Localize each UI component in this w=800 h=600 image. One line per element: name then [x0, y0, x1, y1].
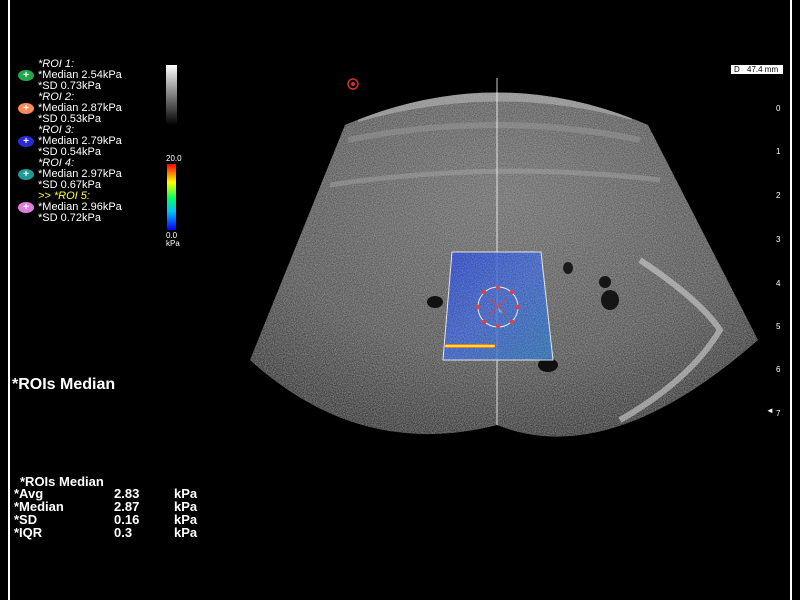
elastography-box — [442, 251, 554, 361]
triangle-left-icon[interactable]: ◄ — [766, 406, 774, 415]
summary-unit: kPa — [174, 525, 198, 540]
roi-list: + *ROI 1: *Median 2.54kPa *SD 0.73kPa + … — [18, 58, 178, 224]
depth-tick: 2 — [776, 191, 781, 200]
roi-entry-3[interactable]: + *ROI 3: *Median 2.79kPa *SD 0.54kPa — [18, 124, 178, 158]
color-scale-unit: kPa — [166, 239, 180, 248]
roi-3-plus-icon[interactable]: + — [18, 136, 34, 147]
summary-row-avg: *Avg 2.83 kPa — [14, 486, 214, 501]
depth-tick: 7 — [776, 409, 781, 418]
summary-value: 0.3 — [114, 525, 133, 540]
summary-row-iqr: *IQR 0.3 kPa — [14, 525, 214, 540]
color-scale-max: 20.0 — [166, 154, 182, 163]
summary-table: *Avg 2.83 kPa *Median 2.87 kPa *SD 0.16 … — [14, 486, 214, 540]
roi-entry-4[interactable]: + *ROI 4: *Median 2.97kPa *SD 0.67kPa — [18, 157, 178, 191]
roi-2-plus-icon[interactable]: + — [18, 103, 34, 114]
roi-entry-1[interactable]: + *ROI 1: *Median 2.54kPa *SD 0.73kPa — [18, 58, 178, 92]
roi-entry-5[interactable]: + >> *ROI 5: *Median 2.96kPa *SD 0.72kPa — [18, 190, 178, 224]
depth-tick: 0 — [776, 104, 781, 113]
depth-tick: 3 — [776, 235, 781, 244]
depth-readout: D 47.4 mm — [731, 65, 783, 74]
ultrasound-screen: + *ROI 1: *Median 2.54kPa *SD 0.73kPa + … — [0, 0, 800, 600]
grayscale-bar — [166, 65, 177, 125]
depth-tick: 6 — [776, 365, 781, 374]
roi-1-plus-icon[interactable]: + — [18, 70, 34, 81]
color-scale-bar — [167, 164, 176, 230]
roi-4-plus-icon[interactable]: + — [18, 169, 34, 180]
roi-5-plus-icon[interactable]: + — [18, 202, 34, 213]
roi-entry-2[interactable]: + *ROI 2: *Median 2.87kPa *SD 0.53kPa — [18, 91, 178, 125]
depth-tick: 4 — [776, 279, 781, 288]
depth-value: 47.4 mm — [747, 65, 779, 74]
summary-label: *IQR — [14, 525, 43, 540]
depth-key: D — [734, 65, 740, 74]
rois-median-heading: *ROIs Median — [12, 376, 116, 393]
summary-row-sd: *SD 0.16 kPa — [14, 512, 214, 527]
depth-tick: 5 — [776, 322, 781, 331]
summary-row-median: *Median 2.87 kPa — [14, 499, 214, 514]
roi-5-sd: *SD 0.72kPa — [38, 212, 101, 224]
depth-tick: 1 — [776, 147, 781, 156]
